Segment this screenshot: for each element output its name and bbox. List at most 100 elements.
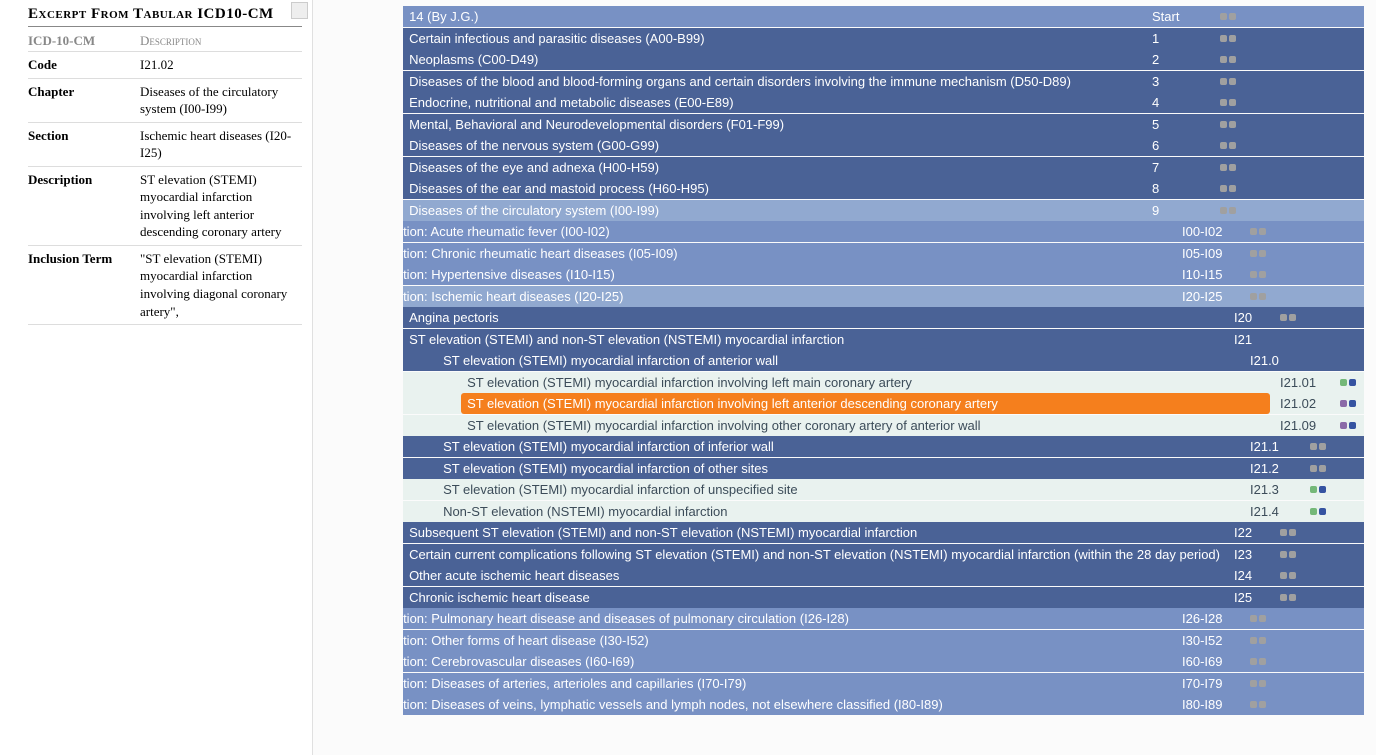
tree-code[interactable]: 9 <box>1146 200 1210 221</box>
tree-label[interactable]: tion: Chronic rheumatic heart diseases (… <box>403 243 1172 264</box>
tree-code[interactable]: 4 <box>1146 92 1210 113</box>
tree-row-r30[interactable]: tion: Cerebrovascular diseases (I60-I69)… <box>403 651 1364 672</box>
tree-row-r17[interactable]: ST elevation (STEMI) myocardial infarcti… <box>403 372 1364 393</box>
tree-code[interactable]: I21 <box>1228 329 1270 350</box>
tree-code[interactable]: I21.4 <box>1244 501 1300 522</box>
tree-code[interactable]: 2 <box>1146 49 1210 70</box>
tree-code[interactable]: I20 <box>1228 307 1270 328</box>
tree-row-r20[interactable]: ST elevation (STEMI) myocardial infarcti… <box>403 436 1364 457</box>
tree-label[interactable]: Certain current complications following … <box>403 544 1224 565</box>
tree-row-r31[interactable]: tion: Diseases of arteries, arterioles a… <box>403 673 1364 694</box>
tree-code[interactable]: I20-I25 <box>1176 286 1240 307</box>
tree-row-r13[interactable]: tion: Ischemic heart diseases (I20-I25)I… <box>403 286 1364 307</box>
tree-label[interactable]: ST elevation (STEMI) myocardial infarcti… <box>461 372 1270 393</box>
tree-label[interactable]: Diseases of the ear and mastoid process … <box>403 178 1142 199</box>
tree-code[interactable]: I80-I89 <box>1176 694 1240 715</box>
tree-code[interactable]: 6 <box>1146 135 1210 156</box>
tree-row-r4[interactable]: Endocrine, nutritional and metabolic dis… <box>403 92 1364 113</box>
tree-code[interactable]: I25 <box>1228 587 1270 608</box>
tree-label[interactable]: tion: Acute rheumatic fever (I00-I02) <box>403 221 1172 242</box>
tree-row-r10[interactable]: tion: Acute rheumatic fever (I00-I02)I00… <box>403 221 1364 242</box>
tree-label[interactable]: tion: Diseases of veins, lymphatic vesse… <box>403 694 1172 715</box>
tree-row-r12[interactable]: tion: Hypertensive diseases (I10-I15)I10… <box>403 264 1364 285</box>
tree-label[interactable]: tion: Other forms of heart disease (I30-… <box>403 630 1172 651</box>
tree-row-r8[interactable]: Diseases of the ear and mastoid process … <box>403 178 1364 199</box>
tree-code[interactable]: I30-I52 <box>1176 630 1240 651</box>
tree-row-r28[interactable]: tion: Pulmonary heart disease and diseas… <box>403 608 1364 629</box>
tree-row-r22[interactable]: ST elevation (STEMI) myocardial infarcti… <box>403 479 1364 500</box>
tree-row-r19[interactable]: ST elevation (STEMI) myocardial infarcti… <box>403 415 1364 436</box>
tree-row-r16[interactable]: ST elevation (STEMI) myocardial infarcti… <box>403 350 1364 371</box>
tree-code[interactable]: I21.2 <box>1244 458 1300 479</box>
tree-row-r21[interactable]: ST elevation (STEMI) myocardial infarcti… <box>403 458 1364 479</box>
tree-code[interactable]: I70-I79 <box>1176 673 1240 694</box>
tree-code[interactable]: I21.01 <box>1274 372 1330 393</box>
tree-label[interactable]: Non-ST elevation (NSTEMI) myocardial inf… <box>437 501 1240 522</box>
scroll-handle-icon[interactable] <box>291 2 308 19</box>
tree-row-r24[interactable]: Subsequent ST elevation (STEMI) and non-… <box>403 522 1364 543</box>
tree-code[interactable]: 8 <box>1146 178 1210 199</box>
tree-code[interactable]: I26-I28 <box>1176 608 1240 629</box>
tree-row-r25[interactable]: Certain current complications following … <box>403 544 1364 565</box>
tree-label[interactable]: tion: Diseases of arteries, arterioles a… <box>403 673 1172 694</box>
tree-label[interactable]: Neoplasms (C00-D49) <box>403 49 1142 70</box>
tree-label[interactable]: ST elevation (STEMI) myocardial infarcti… <box>437 436 1240 457</box>
tree-label[interactable]: Endocrine, nutritional and metabolic dis… <box>403 92 1142 113</box>
tree-label[interactable]: ST elevation (STEMI) myocardial infarcti… <box>437 458 1240 479</box>
tree-code[interactable]: I24 <box>1228 565 1270 586</box>
tree-label[interactable]: Diseases of the eye and adnexa (H00-H59) <box>403 157 1142 178</box>
tree-code[interactable]: I00-I02 <box>1176 221 1240 242</box>
tree-label[interactable]: Diseases of the circulatory system (I00-… <box>403 200 1142 221</box>
tree-row-r23[interactable]: Non-ST elevation (NSTEMI) myocardial inf… <box>403 501 1364 522</box>
tree-code[interactable]: I21.1 <box>1244 436 1300 457</box>
tree-row-r3[interactable]: Diseases of the blood and blood-forming … <box>403 71 1364 92</box>
tree-row-r15[interactable]: ST elevation (STEMI) and non-ST elevatio… <box>403 329 1364 350</box>
tree-code[interactable]: 5 <box>1146 114 1210 135</box>
tree-label[interactable]: Chronic ischemic heart disease <box>403 587 1224 608</box>
tree-row-r14[interactable]: Angina pectorisI20 <box>403 307 1364 328</box>
tree-code[interactable]: I60-I69 <box>1176 651 1240 672</box>
tree-row-r5[interactable]: Mental, Behavioral and Neurodevelopmenta… <box>403 114 1364 135</box>
tree-code[interactable]: I21.09 <box>1274 415 1330 436</box>
tree-label[interactable]: ST elevation (STEMI) myocardial infarcti… <box>437 350 1240 371</box>
tree-label[interactable]: tion: Ischemic heart diseases (I20-I25) <box>403 286 1172 307</box>
tree-row-r11[interactable]: tion: Chronic rheumatic heart diseases (… <box>403 243 1364 264</box>
tree-label[interactable]: Mental, Behavioral and Neurodevelopmenta… <box>403 114 1142 135</box>
tree-code[interactable]: 7 <box>1146 157 1210 178</box>
tree-label[interactable]: 14 (By J.G.) <box>403 6 1142 27</box>
tree-label[interactable]: ST elevation (STEMI) myocardial infarcti… <box>461 393 1270 414</box>
tree-row-r32[interactable]: tion: Diseases of veins, lymphatic vesse… <box>403 694 1364 715</box>
tree-label[interactable]: ST elevation (STEMI) myocardial infarcti… <box>461 415 1270 436</box>
tree-code[interactable]: 3 <box>1146 71 1210 92</box>
tree-label[interactable]: Subsequent ST elevation (STEMI) and non-… <box>403 522 1224 543</box>
tree-code[interactable]: I22 <box>1228 522 1270 543</box>
tree-row-r27[interactable]: Chronic ischemic heart diseaseI25 <box>403 587 1364 608</box>
tree-label[interactable]: Diseases of the blood and blood-forming … <box>403 71 1142 92</box>
tree-code[interactable]: I23 <box>1228 544 1270 565</box>
tree-label[interactable]: Other acute ischemic heart diseases <box>403 565 1224 586</box>
tree-row-r29[interactable]: tion: Other forms of heart disease (I30-… <box>403 630 1364 651</box>
tree-code[interactable]: I21.0 <box>1244 350 1300 371</box>
tree-code[interactable]: 1 <box>1146 28 1210 49</box>
tree-row-r1[interactable]: Certain infectious and parasitic disease… <box>403 28 1364 49</box>
tree-code[interactable]: I05-I09 <box>1176 243 1240 264</box>
tree-code[interactable]: Start <box>1146 6 1210 27</box>
tree-label[interactable]: Angina pectoris <box>403 307 1224 328</box>
tree-row-r6[interactable]: Diseases of the nervous system (G00-G99)… <box>403 135 1364 156</box>
tree-row-r18[interactable]: ST elevation (STEMI) myocardial infarcti… <box>403 393 1364 414</box>
tree-code[interactable]: I21.02 <box>1274 393 1330 414</box>
tree-row-r9[interactable]: Diseases of the circulatory system (I00-… <box>403 200 1364 221</box>
tree-label[interactable]: Diseases of the nervous system (G00-G99) <box>403 135 1142 156</box>
tree-label[interactable]: tion: Hypertensive diseases (I10-I15) <box>403 264 1172 285</box>
tree-code[interactable]: I10-I15 <box>1176 264 1240 285</box>
tree-row-r26[interactable]: Other acute ischemic heart diseasesI24 <box>403 565 1364 586</box>
tree-row-r7[interactable]: Diseases of the eye and adnexa (H00-H59)… <box>403 157 1364 178</box>
tree-label[interactable]: tion: Cerebrovascular diseases (I60-I69) <box>403 651 1172 672</box>
tree-row-r0[interactable]: 14 (By J.G.)Start <box>403 6 1364 27</box>
tree-label[interactable]: ST elevation (STEMI) myocardial infarcti… <box>437 479 1240 500</box>
tree-label[interactable]: ST elevation (STEMI) and non-ST elevatio… <box>403 329 1224 350</box>
tree-label[interactable]: Certain infectious and parasitic disease… <box>403 28 1142 49</box>
tree-label[interactable]: tion: Pulmonary heart disease and diseas… <box>403 608 1172 629</box>
tree-code[interactable]: I21.3 <box>1244 479 1300 500</box>
tree-row-r2[interactable]: Neoplasms (C00-D49)2 <box>403 49 1364 70</box>
